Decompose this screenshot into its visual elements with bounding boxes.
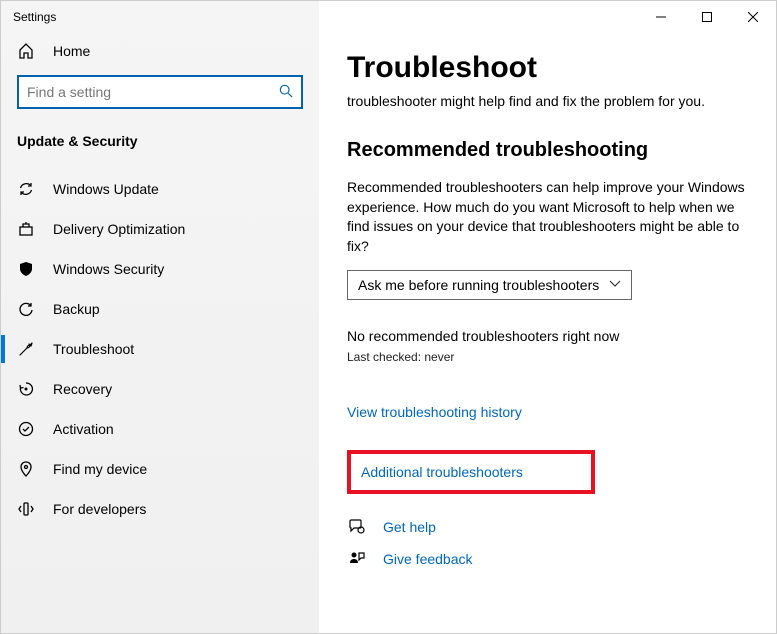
nav-home-label: Home	[53, 43, 90, 59]
sidebar-section-title: Update & Security	[1, 119, 319, 163]
get-help-link[interactable]: Get help	[383, 519, 436, 535]
recommended-heading: Recommended troubleshooting	[347, 139, 746, 162]
recovery-icon	[17, 381, 35, 397]
location-icon	[17, 461, 35, 477]
window-controls	[638, 1, 776, 33]
close-button[interactable]	[730, 1, 776, 33]
backup-icon	[17, 301, 35, 317]
search-container	[1, 69, 319, 119]
nav-for-developers[interactable]: For developers	[1, 489, 319, 529]
nav-delivery-optimization[interactable]: Delivery Optimization	[1, 209, 319, 249]
status-text: No recommended troubleshooters right now	[347, 328, 746, 344]
minimize-button[interactable]	[638, 1, 684, 33]
highlight-annotation: Additional troubleshooters	[347, 450, 595, 494]
maximize-button[interactable]	[684, 1, 730, 33]
last-checked-text: Last checked: never	[347, 350, 746, 364]
dropdown-value: Ask me before running troubleshooters	[358, 277, 599, 293]
nav-list: Windows Update Delivery Optimization Win…	[1, 169, 319, 529]
additional-troubleshooters-link[interactable]: Additional troubleshooters	[351, 454, 591, 490]
recommended-description: Recommended troubleshooters can help imp…	[347, 178, 746, 256]
troubleshoot-preference-dropdown[interactable]: Ask me before running troubleshooters	[347, 270, 632, 300]
search-box[interactable]	[17, 75, 303, 109]
feedback-icon	[347, 550, 367, 568]
nav-home[interactable]: Home	[1, 33, 319, 69]
nav-label: Activation	[53, 421, 114, 437]
nav-backup[interactable]: Backup	[1, 289, 319, 329]
nav-label: Backup	[53, 301, 100, 317]
give-feedback-row: Give feedback	[347, 550, 746, 568]
nav-find-my-device[interactable]: Find my device	[1, 449, 319, 489]
developer-icon	[17, 501, 35, 517]
get-help-row: Get help	[347, 518, 746, 536]
sync-icon	[17, 181, 35, 197]
page-heading: Troubleshoot	[347, 51, 746, 85]
nav-windows-update[interactable]: Windows Update	[1, 169, 319, 209]
title-bar: Settings	[1, 1, 776, 33]
nav-label: Windows Update	[53, 181, 159, 197]
nav-activation[interactable]: Activation	[1, 409, 319, 449]
nav-label: Windows Security	[53, 261, 164, 277]
wrench-icon	[17, 341, 35, 357]
get-help-icon	[347, 518, 367, 536]
nav-label: Recovery	[53, 381, 112, 397]
search-icon	[279, 84, 293, 101]
history-link[interactable]: View troubleshooting history	[347, 404, 746, 420]
nav-label: Find my device	[53, 461, 147, 477]
nav-label: Troubleshoot	[53, 341, 134, 357]
shield-icon	[17, 261, 35, 277]
search-input[interactable]	[27, 84, 279, 100]
nav-windows-security[interactable]: Windows Security	[1, 249, 319, 289]
nav-label: For developers	[53, 501, 146, 517]
content-pane: Troubleshoot troubleshooter might help f…	[319, 1, 776, 633]
sidebar: Home Update & Security Windows Update	[1, 1, 319, 633]
home-icon	[17, 43, 35, 59]
app-title: Settings	[1, 10, 56, 24]
nav-label: Delivery Optimization	[53, 221, 185, 237]
nav-troubleshoot[interactable]: Troubleshoot	[1, 329, 319, 369]
give-feedback-link[interactable]: Give feedback	[383, 551, 473, 567]
intro-text: troubleshooter might help find and fix t…	[347, 93, 746, 109]
check-circle-icon	[17, 421, 35, 437]
settings-window: Settings Home Update & Security	[1, 1, 776, 633]
chevron-down-icon	[609, 280, 621, 291]
nav-recovery[interactable]: Recovery	[1, 369, 319, 409]
delivery-icon	[17, 221, 35, 237]
